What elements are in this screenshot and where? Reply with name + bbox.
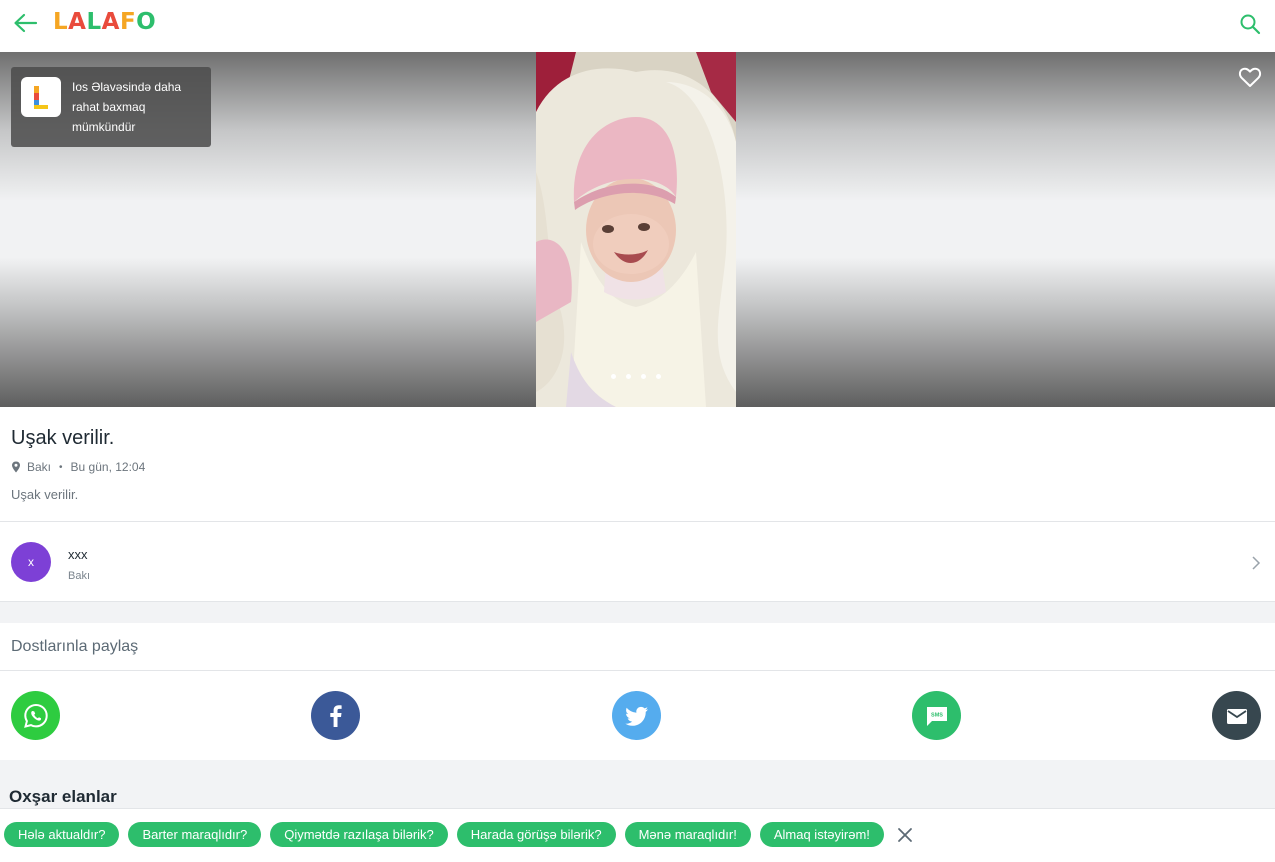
slide-dot[interactable]	[641, 374, 646, 379]
listing-title: Uşak verilir.	[11, 427, 115, 449]
seller-city: Bakı	[68, 570, 91, 582]
quick-reply-chip[interactable]: Hələ aktualdır?	[4, 822, 120, 847]
logo-letter: O	[136, 9, 157, 35]
image-gallery[interactable]: Ios Əlavəsində daha rahat baxmaq mümkünd…	[0, 52, 1275, 407]
quick-reply-chip[interactable]: Mənə maraqlıdır!	[624, 822, 751, 847]
facebook-share-button[interactable]	[311, 691, 360, 740]
quick-replies-bar: Hələ aktualdır? Barter maraqlıdır? Qiymə…	[0, 808, 1275, 862]
logo-letter: L	[53, 9, 69, 35]
share-title: Dostlarınla paylaş	[11, 638, 139, 655]
listing-info: Uşak verilir. Bakı • Bu gün, 12:04 Uşak …	[0, 407, 1275, 521]
similar-ads-heading: Oxşar elanlar	[9, 787, 117, 806]
quick-reply-chip[interactable]: Harada görüşə bilərik?	[456, 822, 616, 847]
sms-icon: SMS	[926, 706, 947, 726]
top-bar: LALAFO	[0, 0, 1275, 52]
app-logo-icon	[21, 77, 61, 117]
logo-letter: A	[101, 9, 120, 35]
listing-description: Uşak verilir.	[11, 487, 79, 502]
twitter-icon	[624, 706, 648, 726]
share-buttons: SMS	[0, 671, 1275, 760]
quick-reply-chip[interactable]: Almaq istəyirəm!	[759, 822, 884, 847]
baby-photo-illustration	[536, 52, 736, 407]
email-share-button[interactable]	[1212, 691, 1261, 740]
heart-icon[interactable]	[1238, 65, 1262, 89]
listing-location: Bakı	[27, 460, 52, 474]
listing-photo[interactable]	[536, 52, 736, 407]
ios-app-banner[interactable]: Ios Əlavəsində daha rahat baxmaq mümkünd…	[11, 67, 211, 147]
ios-banner-text: Ios Əlavəsində daha rahat baxmaq mümkünd…	[72, 80, 182, 134]
logo-letter: L	[86, 9, 102, 35]
sms-share-button[interactable]: SMS	[912, 691, 961, 740]
facebook-icon	[329, 704, 342, 727]
mail-icon	[1226, 708, 1247, 724]
quick-reply-chip[interactable]: Barter maraqlıdır?	[128, 822, 262, 847]
back-arrow-icon[interactable]	[12, 12, 38, 34]
chevron-right-icon	[1252, 556, 1261, 570]
meta-separator: •	[59, 461, 63, 473]
lalafo-logo[interactable]: LALAFO	[53, 9, 156, 35]
seller-name: xxx	[68, 547, 88, 562]
slide-dot[interactable]	[626, 374, 631, 379]
logo-letter: F	[119, 9, 137, 35]
whatsapp-share-button[interactable]	[11, 691, 60, 740]
slide-dot[interactable]	[611, 374, 616, 379]
avatar: x	[11, 542, 51, 582]
sms-label: SMS	[931, 712, 943, 718]
whatsapp-icon	[23, 703, 48, 728]
listing-time: Bu gün, 12:04	[70, 460, 146, 474]
slide-dot[interactable]	[656, 374, 661, 379]
quick-reply-chip[interactable]: Qiymətdə razılaşa bilərik?	[270, 822, 448, 847]
logo-letter: A	[68, 9, 87, 35]
slide-indicator	[536, 374, 736, 379]
quick-reply-chips: Hələ aktualdır? Barter maraqlıdır? Qiymə…	[4, 822, 915, 847]
close-icon[interactable]	[895, 825, 915, 845]
location-pin-icon	[12, 461, 20, 473]
listing-meta: Bakı • Bu gün, 12:04	[11, 460, 145, 474]
share-header: Dostlarınla paylaş	[0, 623, 1275, 671]
search-icon[interactable]	[1239, 13, 1261, 35]
twitter-share-button[interactable]	[612, 691, 661, 740]
seller-card[interactable]: x xxx Bakı	[0, 521, 1275, 602]
